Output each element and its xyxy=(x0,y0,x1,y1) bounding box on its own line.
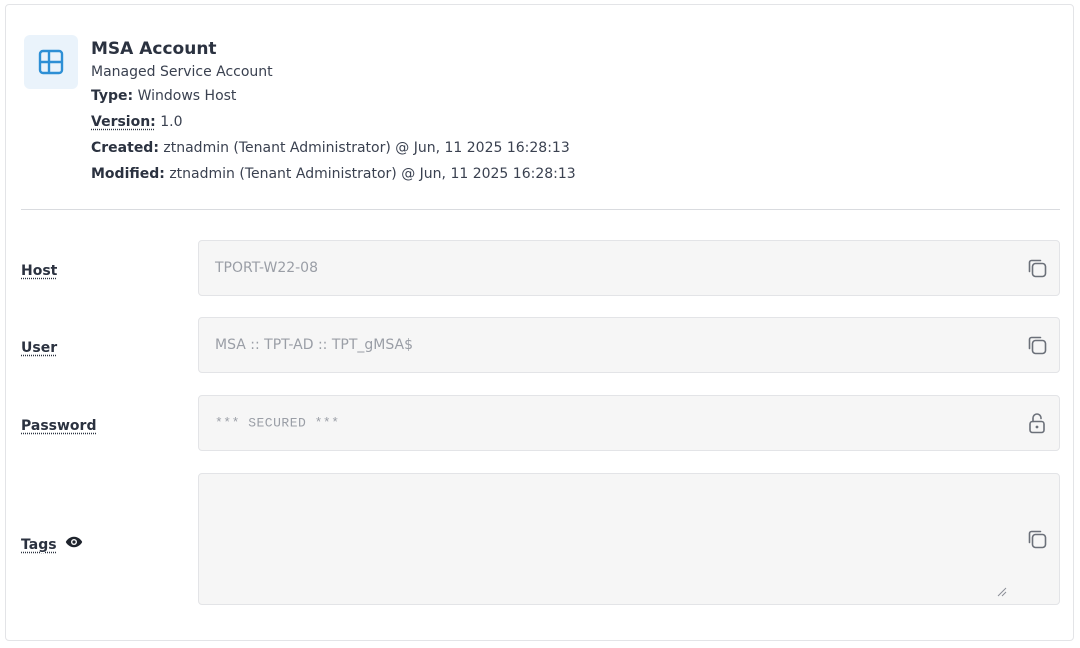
modified-label: Modified: xyxy=(91,166,165,182)
password-label[interactable]: Password xyxy=(21,418,96,434)
password-label-text: Password xyxy=(21,418,97,434)
header-divider xyxy=(21,209,1060,210)
account-meta: MSA Account Managed Service Account Type… xyxy=(91,35,991,184)
host-label-text: Host xyxy=(21,263,58,279)
type-value: Windows Host xyxy=(133,88,237,104)
version-label[interactable]: Version: xyxy=(91,114,156,130)
version-line: Version: 1.0 xyxy=(91,112,991,132)
resize-handle-icon[interactable] xyxy=(997,582,1007,597)
created-label: Created: xyxy=(91,140,159,156)
created-line: Created: ztnadmin (Tenant Administrator)… xyxy=(91,138,991,158)
eye-icon[interactable] xyxy=(65,536,83,548)
user-value: MSA :: TPT-AD :: TPT_gMSA$ xyxy=(215,337,413,353)
tags-field[interactable] xyxy=(198,473,1060,605)
unlock-icon[interactable] xyxy=(1025,411,1049,435)
host-value: TPORT-W22-08 xyxy=(215,260,318,276)
tags-label-text: Tags xyxy=(21,537,57,553)
modified-line: Modified: ztnadmin (Tenant Administrator… xyxy=(91,164,991,184)
page-title: MSA Account xyxy=(91,39,217,59)
host-field[interactable]: TPORT-W22-08 xyxy=(198,240,1060,296)
user-field[interactable]: MSA :: TPT-AD :: TPT_gMSA$ xyxy=(198,317,1060,373)
account-subtitle: Managed Service Account xyxy=(91,64,273,80)
user-label[interactable]: User xyxy=(21,340,57,356)
created-value: ztnadmin (Tenant Administrator) @ Jun, 1… xyxy=(158,140,570,156)
copy-icon[interactable] xyxy=(1025,333,1049,357)
version-value: 1.0 xyxy=(155,114,183,130)
type-line: Type: Windows Host xyxy=(91,86,991,106)
windows-icon xyxy=(24,35,78,89)
user-label-text: User xyxy=(21,340,58,356)
copy-icon[interactable] xyxy=(1025,256,1049,280)
password-field[interactable]: *** SECURED *** xyxy=(198,395,1060,451)
host-label[interactable]: Host xyxy=(21,263,57,279)
type-label: Type: xyxy=(91,88,134,104)
copy-icon[interactable] xyxy=(1025,527,1049,551)
password-value: *** SECURED *** xyxy=(215,415,340,431)
tags-label[interactable]: Tags xyxy=(21,536,83,553)
account-details-card: MSA Account Managed Service Account Type… xyxy=(5,4,1074,641)
modified-value: ztnadmin (Tenant Administrator) @ Jun, 1… xyxy=(164,166,576,182)
